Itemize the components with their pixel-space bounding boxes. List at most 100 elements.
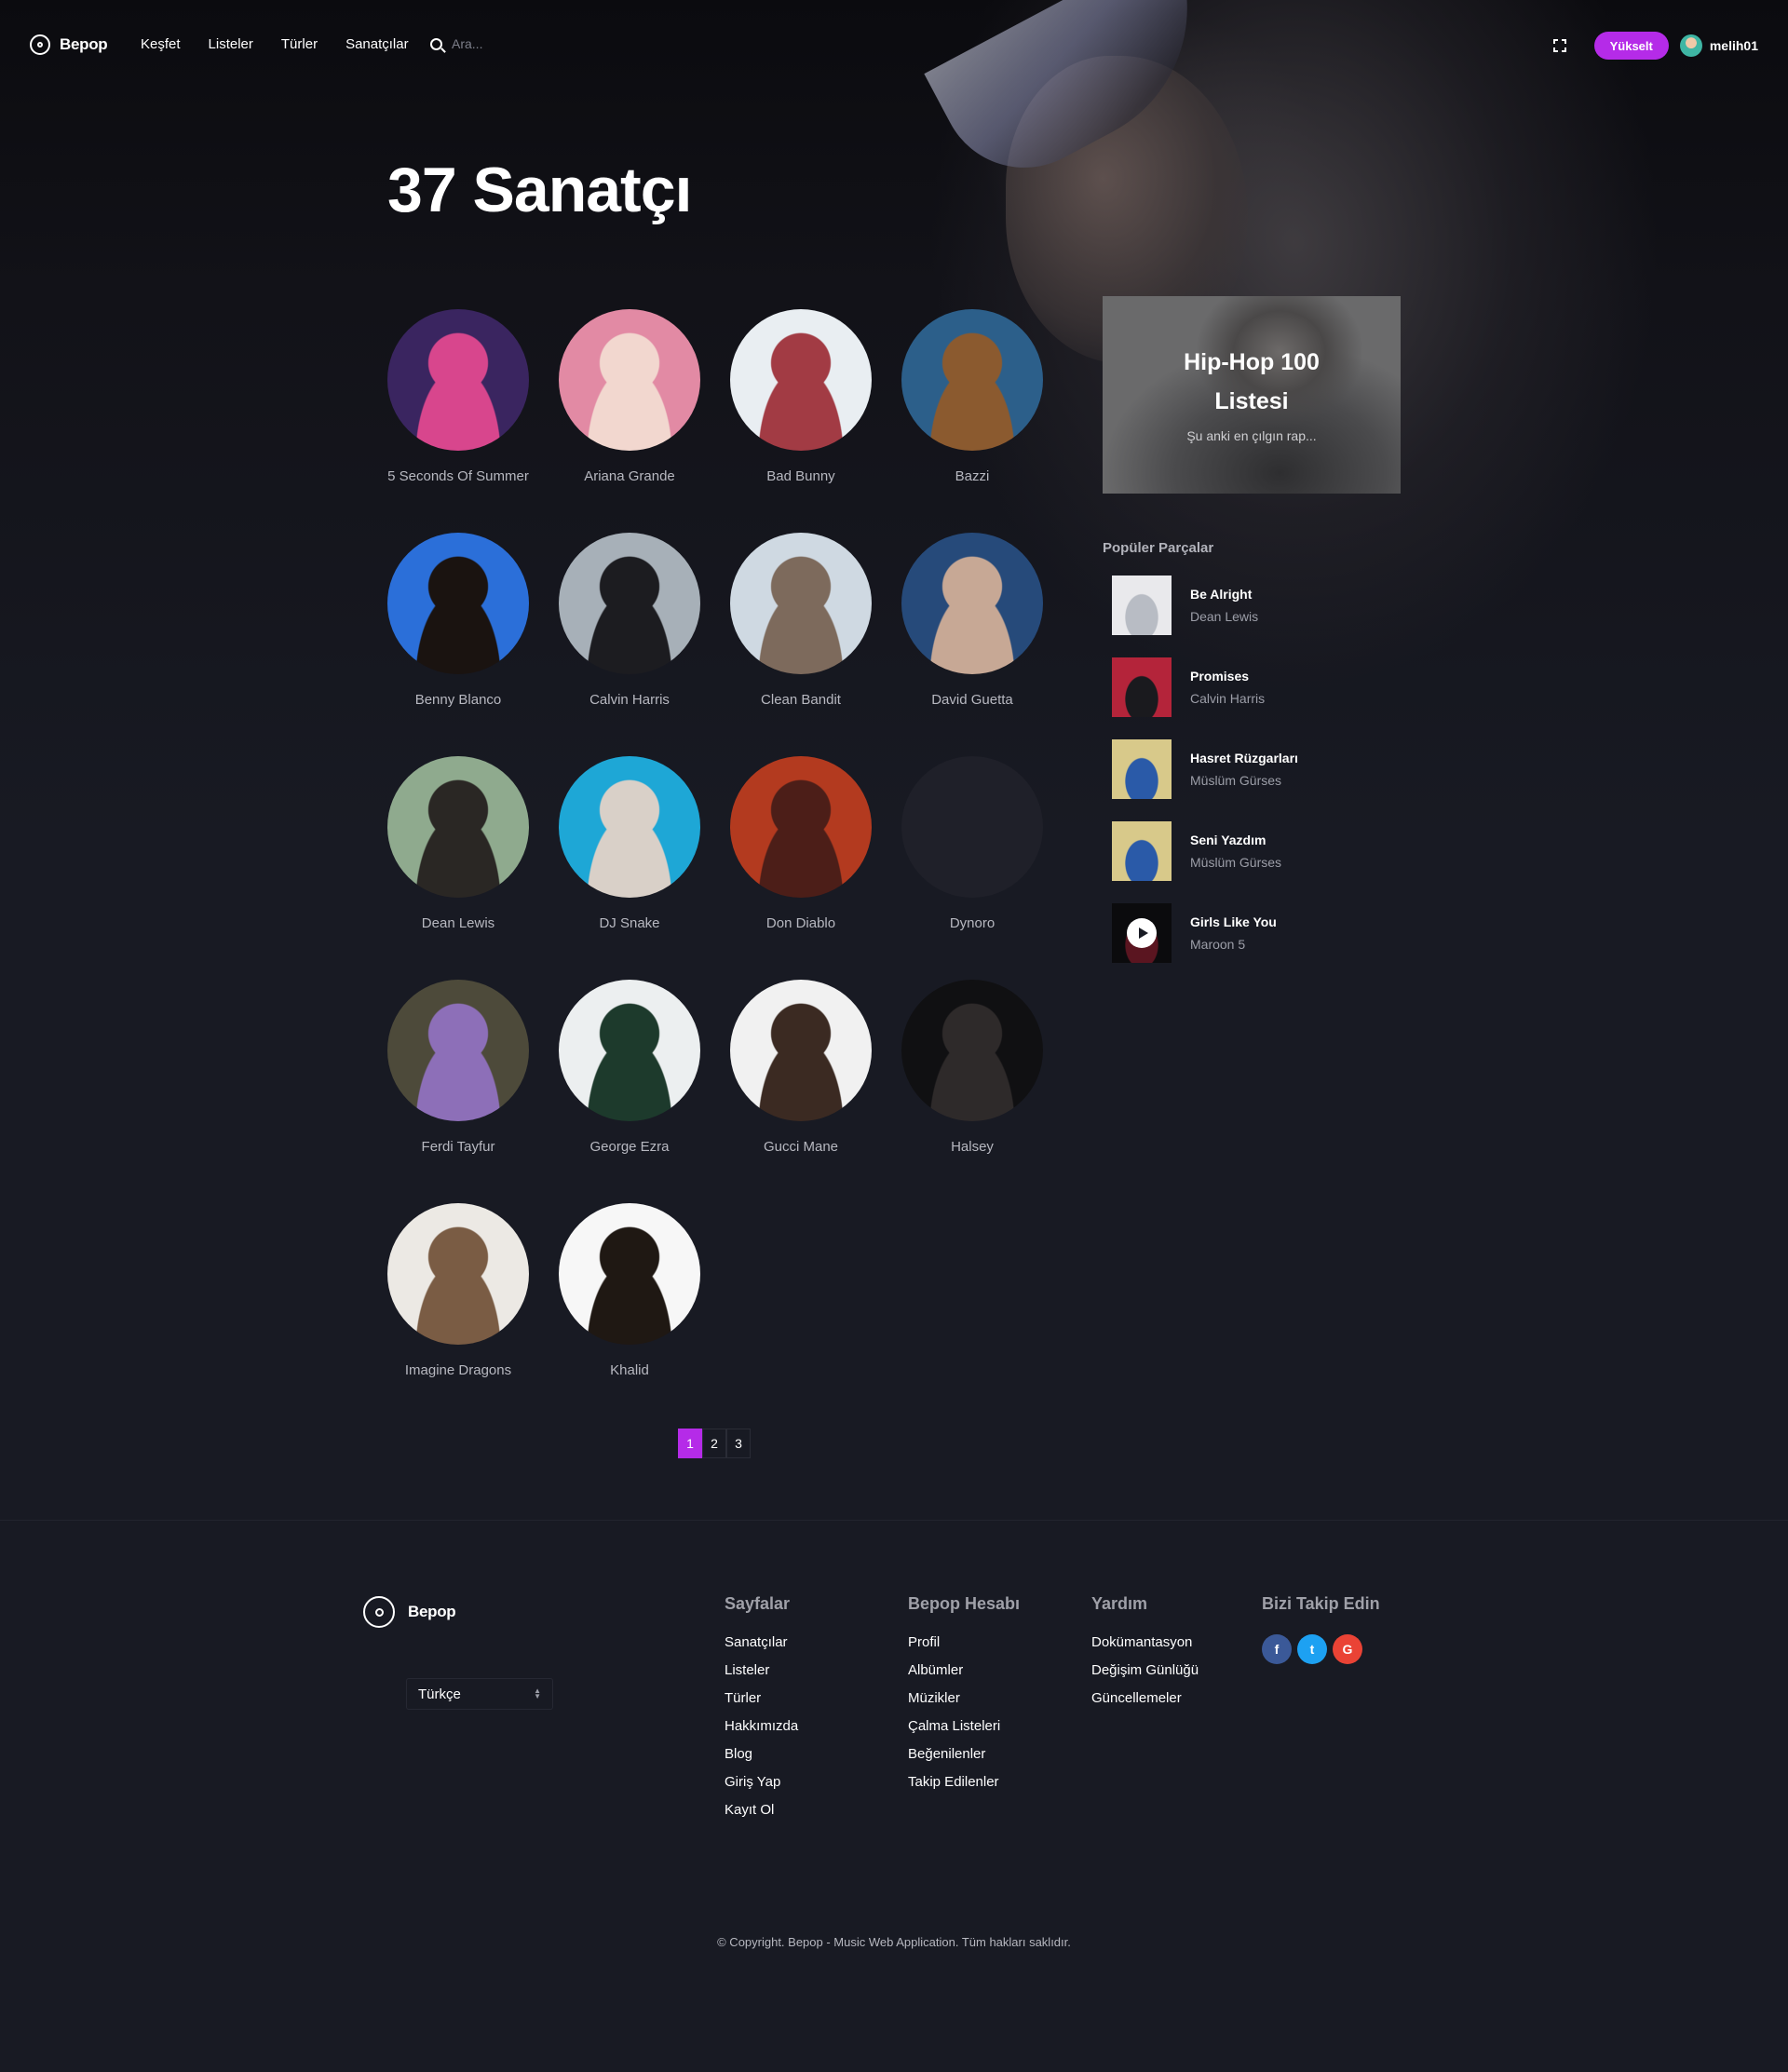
footer-link[interactable]: Değişim Günlüğü xyxy=(1091,1662,1199,1690)
track-title[interactable]: Promises xyxy=(1190,669,1265,684)
footer-link[interactable]: Albümler xyxy=(908,1662,1020,1690)
artist-name[interactable]: Ariana Grande xyxy=(555,468,704,484)
artist-name[interactable]: Benny Blanco xyxy=(384,692,533,708)
track-item[interactable]: Hasret Rüzgarları Müslüm Gürses xyxy=(1112,739,1298,799)
artist-card[interactable]: Dynoro xyxy=(898,756,1047,931)
nav-link-genres[interactable]: Türler xyxy=(281,36,318,52)
track-artist[interactable]: Müslüm Gürses xyxy=(1190,773,1298,788)
page-button[interactable]: 1 xyxy=(678,1429,702,1458)
artist-name[interactable]: Ferdi Tayfur xyxy=(384,1139,533,1155)
track-artist[interactable]: Maroon 5 xyxy=(1190,937,1277,952)
artist-name[interactable]: Khalid xyxy=(555,1362,704,1378)
upgrade-button[interactable]: Yükselt xyxy=(1593,32,1669,60)
artist-photo[interactable] xyxy=(901,533,1043,674)
artist-card[interactable]: Calvin Harris xyxy=(555,533,704,708)
artist-photo[interactable] xyxy=(559,980,700,1121)
artist-card[interactable]: George Ezra xyxy=(555,980,704,1155)
artist-name[interactable]: Clean Bandit xyxy=(726,692,875,708)
search-icon[interactable] xyxy=(430,37,442,50)
page-button[interactable]: 3 xyxy=(726,1429,751,1458)
footer-link[interactable]: Kayıt Ol xyxy=(725,1802,798,1830)
footer-link[interactable]: Takip Edilenler xyxy=(908,1774,1020,1802)
artist-photo[interactable] xyxy=(559,533,700,674)
footer-link[interactable]: Sanatçılar xyxy=(725,1634,798,1662)
artist-photo[interactable] xyxy=(901,309,1043,451)
artist-photo[interactable] xyxy=(559,1203,700,1345)
artist-card[interactable]: Don Diablo xyxy=(726,756,875,931)
artist-name[interactable]: Calvin Harris xyxy=(555,692,704,708)
artist-photo[interactable] xyxy=(387,1203,529,1345)
artist-card[interactable]: Khalid xyxy=(555,1203,704,1378)
artist-name[interactable]: Dynoro xyxy=(898,915,1047,931)
artist-photo[interactable] xyxy=(387,309,529,451)
footer-link[interactable]: Müzikler xyxy=(908,1690,1020,1718)
footer-link[interactable]: Listeler xyxy=(725,1662,798,1690)
artist-name[interactable]: David Guetta xyxy=(898,692,1047,708)
search-input[interactable] xyxy=(452,36,563,51)
artist-photo[interactable] xyxy=(387,533,529,674)
track-item[interactable]: Girls Like You Maroon 5 xyxy=(1112,903,1277,963)
track-item[interactable]: Be Alright Dean Lewis xyxy=(1112,576,1258,635)
artist-photo[interactable] xyxy=(730,309,872,451)
artist-name[interactable]: Dean Lewis xyxy=(384,915,533,931)
artist-name[interactable]: Halsey xyxy=(898,1139,1047,1155)
artist-card[interactable]: Halsey xyxy=(898,980,1047,1155)
artist-name[interactable]: Don Diablo xyxy=(726,915,875,931)
footer-link[interactable]: Hakkımızda xyxy=(725,1718,798,1746)
artist-photo[interactable] xyxy=(730,756,872,898)
artist-card[interactable]: David Guetta xyxy=(898,533,1047,708)
fullscreen-icon[interactable] xyxy=(1552,39,1566,52)
artist-photo[interactable] xyxy=(559,309,700,451)
artist-card[interactable]: DJ Snake xyxy=(555,756,704,931)
artist-card[interactable]: Dean Lewis xyxy=(384,756,533,931)
track-artist[interactable]: Dean Lewis xyxy=(1190,609,1258,624)
artist-photo[interactable] xyxy=(559,756,700,898)
language-select[interactable]: Türkçe ▲ ▼ xyxy=(406,1678,553,1710)
twitter-icon[interactable]: t xyxy=(1297,1634,1327,1664)
user-menu[interactable]: melih01 xyxy=(1679,34,1758,57)
artist-name[interactable]: DJ Snake xyxy=(555,915,704,931)
artist-photo[interactable] xyxy=(730,980,872,1121)
artist-card[interactable]: Clean Bandit xyxy=(726,533,875,708)
artist-card[interactable]: Gucci Mane xyxy=(726,980,875,1155)
footer-link[interactable]: Güncellemeler xyxy=(1091,1690,1199,1718)
artist-name[interactable]: George Ezra xyxy=(555,1139,704,1155)
nav-link-discover[interactable]: Keşfet xyxy=(141,36,181,52)
artist-card[interactable]: Imagine Dragons xyxy=(384,1203,533,1378)
artist-name[interactable]: 5 Seconds Of Summer xyxy=(384,468,533,484)
footer-link[interactable]: Dokümantasyon xyxy=(1091,1634,1199,1662)
track-cover[interactable] xyxy=(1112,657,1172,717)
footer-link[interactable]: Beğenilenler xyxy=(908,1746,1020,1774)
footer-logo[interactable]: Bepop xyxy=(363,1596,456,1628)
page-button[interactable]: 2 xyxy=(702,1429,726,1458)
artist-card[interactable]: Bad Bunny xyxy=(726,309,875,484)
track-cover[interactable] xyxy=(1112,903,1172,963)
artist-name[interactable]: Bad Bunny xyxy=(726,468,875,484)
track-title[interactable]: Seni Yazdım xyxy=(1190,833,1281,847)
artist-photo[interactable] xyxy=(387,756,529,898)
track-title[interactable]: Be Alright xyxy=(1190,587,1258,602)
artist-photo[interactable] xyxy=(387,980,529,1121)
footer-link[interactable]: Blog xyxy=(725,1746,798,1774)
artist-card[interactable]: Bazzi xyxy=(898,309,1047,484)
artist-card[interactable]: Benny Blanco xyxy=(384,533,533,708)
track-artist[interactable]: Müslüm Gürses xyxy=(1190,855,1281,870)
facebook-icon[interactable]: f xyxy=(1262,1634,1292,1664)
footer-link[interactable]: Profil xyxy=(908,1634,1020,1662)
track-title[interactable]: Girls Like You xyxy=(1190,914,1277,929)
promo-card[interactable]: Hip-Hop 100 Listesi Şu anki en çılgın ra… xyxy=(1103,296,1401,494)
footer-link[interactable]: Çalma Listeleri xyxy=(908,1718,1020,1746)
track-item[interactable]: Promises Calvin Harris xyxy=(1112,657,1265,717)
artist-photo[interactable] xyxy=(901,980,1043,1121)
artist-name[interactable]: Imagine Dragons xyxy=(384,1362,533,1378)
nav-link-artists[interactable]: Sanatçılar xyxy=(345,36,409,52)
artist-photo[interactable] xyxy=(730,533,872,674)
footer-link[interactable]: Türler xyxy=(725,1690,798,1718)
artist-photo[interactable] xyxy=(901,756,1043,898)
track-cover[interactable] xyxy=(1112,821,1172,881)
track-cover[interactable] xyxy=(1112,576,1172,635)
track-title[interactable]: Hasret Rüzgarları xyxy=(1190,751,1298,765)
artist-card[interactable]: Ferdi Tayfur xyxy=(384,980,533,1155)
brand-logo[interactable]: Bepop xyxy=(30,34,108,55)
artist-name[interactable]: Gucci Mane xyxy=(726,1139,875,1155)
